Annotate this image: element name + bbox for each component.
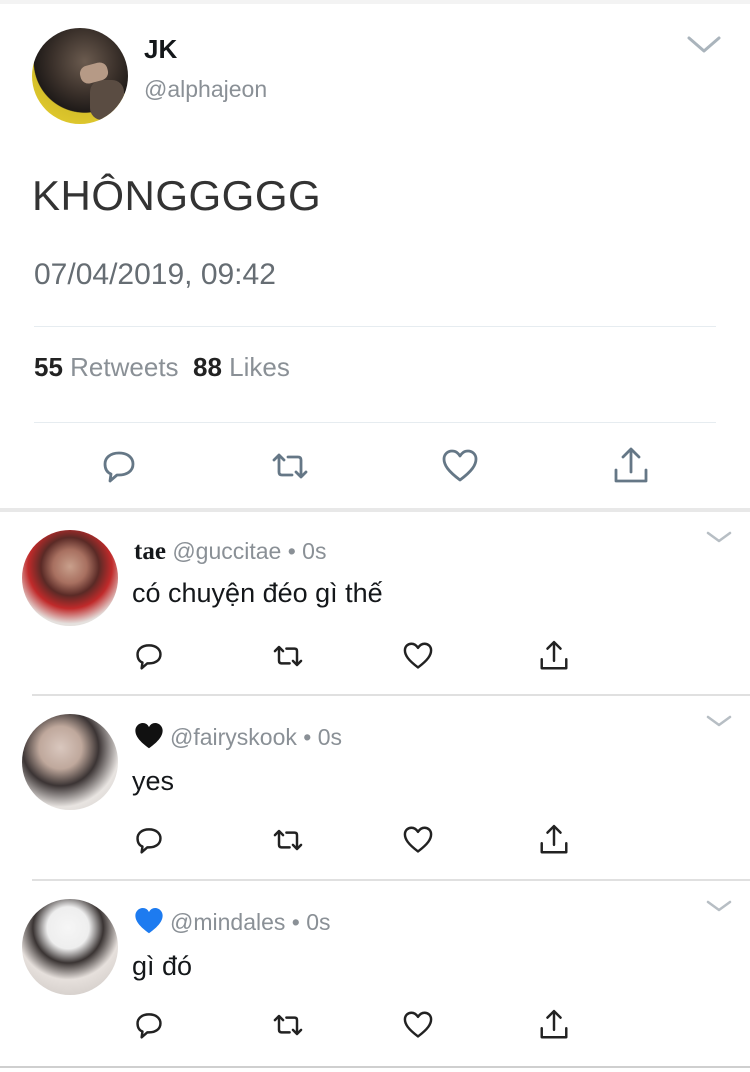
likes-label[interactable]: Likes xyxy=(229,352,290,382)
reply-time: 0s xyxy=(302,538,327,564)
reply-tweet[interactable]: @fairyskook • 0s yes xyxy=(0,696,750,880)
retweet-icon[interactable] xyxy=(270,822,306,858)
like-icon[interactable] xyxy=(400,1007,436,1043)
user-handle[interactable]: @alphajeon xyxy=(144,76,267,103)
display-name[interactable]: JK xyxy=(144,34,177,65)
like-icon[interactable] xyxy=(438,444,482,488)
chevron-down-icon[interactable] xyxy=(706,530,732,544)
reply-icon[interactable] xyxy=(131,822,167,858)
chevron-down-icon[interactable] xyxy=(686,34,722,56)
bottom-divider xyxy=(0,1066,750,1068)
share-icon[interactable] xyxy=(536,1007,572,1043)
retweet-icon[interactable] xyxy=(270,1007,306,1043)
dot-separator: • xyxy=(291,909,300,935)
avatar[interactable] xyxy=(22,899,118,995)
reply-text: gì đó xyxy=(132,951,193,981)
reply-tweet[interactable]: tae @guccitae • 0s có chuyện đéo gì thế xyxy=(0,512,750,696)
retweet-icon[interactable] xyxy=(270,638,306,674)
share-icon[interactable] xyxy=(609,444,653,488)
avatar[interactable] xyxy=(22,530,118,626)
black-heart-icon xyxy=(134,722,164,750)
reply-handle[interactable]: @guccitae xyxy=(172,538,281,564)
tweet-text: KHÔNGGGGG xyxy=(32,172,322,219)
tweet-actions xyxy=(0,444,750,488)
tweet-stats: 55 Retweets 88 Likes xyxy=(34,352,290,383)
likes-count[interactable]: 88 xyxy=(193,352,222,382)
reply-time: 0s xyxy=(306,909,331,935)
divider xyxy=(34,326,716,327)
blue-heart-icon xyxy=(134,907,164,935)
reply-meta: tae @guccitae • 0s xyxy=(134,538,326,566)
reply-username[interactable]: tae xyxy=(134,538,166,565)
share-icon[interactable] xyxy=(536,638,572,674)
avatar[interactable] xyxy=(22,714,118,810)
reply-meta: @mindales • 0s xyxy=(134,907,331,936)
tweet-timestamp: 07/04/2019, 09:42 xyxy=(34,258,276,291)
reply-icon[interactable] xyxy=(131,638,167,674)
dot-separator: • xyxy=(303,724,312,750)
reply-tweet[interactable]: @mindales • 0s gì đó xyxy=(0,881,750,1065)
like-icon[interactable] xyxy=(400,822,436,858)
main-tweet: JK @alphajeon KHÔNGGGGG 07/04/2019, 09:4… xyxy=(0,0,750,510)
retweets-count[interactable]: 55 xyxy=(34,352,63,382)
reply-icon[interactable] xyxy=(131,1007,167,1043)
retweets-label[interactable]: Retweets xyxy=(70,352,178,382)
reply-text: có chuyện đéo gì thế xyxy=(132,578,383,608)
reply-handle[interactable]: @mindales xyxy=(170,909,285,935)
share-icon[interactable] xyxy=(536,822,572,858)
avatar[interactable] xyxy=(32,28,128,124)
dot-separator: • xyxy=(287,538,296,564)
reply-time: 0s xyxy=(317,724,343,750)
like-icon[interactable] xyxy=(400,638,436,674)
retweet-icon[interactable] xyxy=(268,444,312,488)
chevron-down-icon[interactable] xyxy=(706,899,732,913)
reply-meta: @fairyskook • 0s xyxy=(134,722,342,751)
reply-text: yes xyxy=(132,766,175,796)
divider xyxy=(34,422,716,423)
reply-icon[interactable] xyxy=(97,444,141,488)
reply-handle[interactable]: @fairyskook xyxy=(170,724,297,750)
chevron-down-icon[interactable] xyxy=(706,714,732,728)
